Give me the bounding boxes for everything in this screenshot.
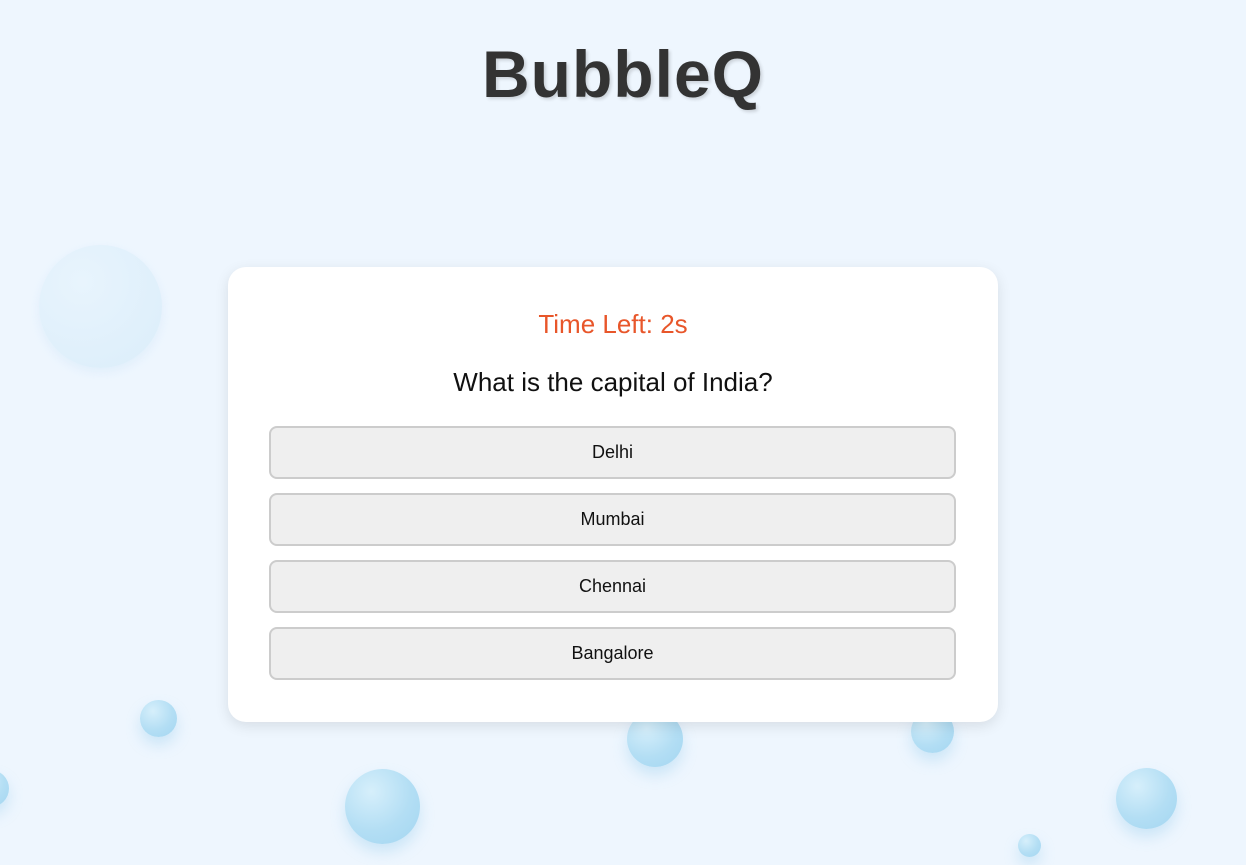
quiz-card: Time Left: 2s What is the capital of Ind… <box>228 267 998 722</box>
app-title: BubbleQ <box>482 37 764 111</box>
bubble-decoration <box>1116 768 1177 829</box>
bubble-decoration <box>345 769 420 844</box>
bubble-decoration <box>140 700 177 737</box>
time-left-label: Time Left: 2s <box>538 309 688 339</box>
answer-option-delhi[interactable]: Delhi <box>269 426 956 479</box>
bubble-decoration <box>0 770 9 807</box>
bubble-decoration <box>1018 834 1041 857</box>
answer-option-bangalore[interactable]: Bangalore <box>269 627 956 680</box>
answer-option-mumbai[interactable]: Mumbai <box>269 493 956 546</box>
question-text: What is the capital of India? <box>453 367 773 397</box>
answer-option-chennai[interactable]: Chennai <box>269 560 956 613</box>
bubble-decoration <box>39 245 162 368</box>
answer-options: Delhi Mumbai Chennai Bangalore <box>269 426 956 694</box>
